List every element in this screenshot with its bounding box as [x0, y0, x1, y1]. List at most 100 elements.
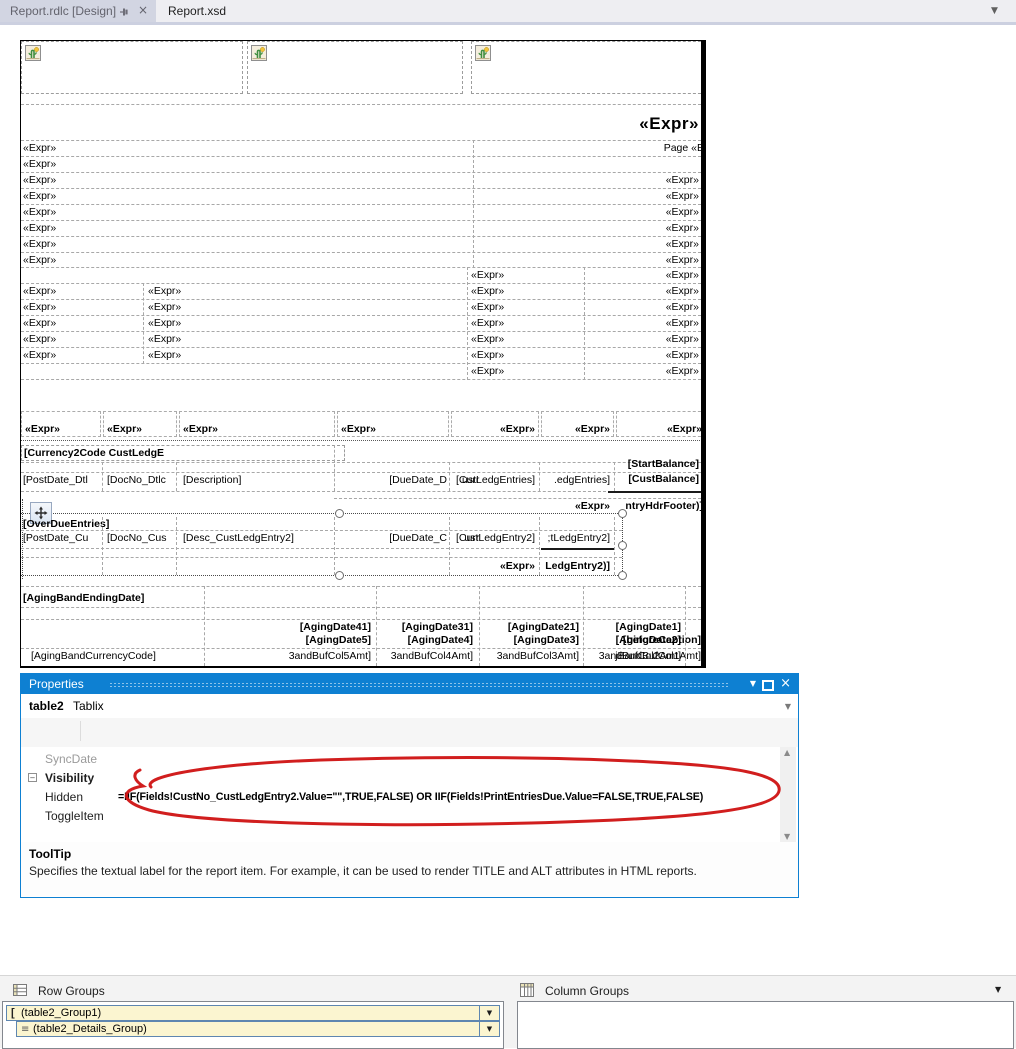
- object-selector-combobox[interactable]: table2 Tablix ▼: [21, 694, 798, 718]
- tab-report-rdlc-design[interactable]: Report.rdlc [Design] ×: [0, 0, 156, 22]
- group-dropdown-button[interactable]: ▼: [479, 1022, 499, 1036]
- expr-textbox[interactable]: «Expr»: [23, 317, 56, 330]
- expr-textbox[interactable]: «Expr»: [23, 158, 56, 171]
- scroll-up-icon[interactable]: ▲: [784, 748, 790, 757]
- scroll-down-icon[interactable]: ▼: [784, 832, 790, 841]
- expr-textbox[interactable]: «Expr»: [23, 190, 56, 203]
- field-textbox[interactable]: [DueDate_C: [341, 532, 447, 545]
- expr-textbox[interactable]: «Expr»: [471, 317, 504, 330]
- expr-textbox[interactable]: «Expr»: [666, 349, 699, 362]
- image-textbox[interactable]: [21, 41, 243, 94]
- expr-textbox[interactable]: «Expr»: [666, 254, 699, 267]
- expr-textbox[interactable]: «Expr»: [666, 317, 699, 330]
- hidden-expression-value[interactable]: =IIF(Fields!CustNo_CustLedgEntry2.Value=…: [118, 791, 776, 803]
- aging-amount-textbox[interactable]: jBandBufCol1Amt]: [615, 650, 701, 663]
- group-dropdown-button[interactable]: ▼: [479, 1006, 499, 1020]
- column-header-textbox[interactable]: «Expr»: [451, 411, 539, 437]
- field-textbox[interactable]: ustLedgEntries]: [462, 474, 535, 487]
- expr-textbox[interactable]: «Expr»: [666, 285, 699, 298]
- expr-textbox[interactable]: «Expr»: [666, 365, 699, 378]
- field-textbox[interactable]: [DocNo_Cus: [107, 532, 173, 545]
- expr-textbox[interactable]: «Expr»: [666, 190, 699, 203]
- column-header-textbox[interactable]: «Expr»: [337, 411, 449, 437]
- window-position-icon[interactable]: ▼: [750, 679, 756, 688]
- expr-textbox[interactable]: «Expr»: [471, 333, 504, 346]
- aging-amount-textbox[interactable]: 3andBufCol4Amt]: [391, 650, 473, 663]
- expr-textbox[interactable]: «Expr»: [471, 269, 504, 282]
- property-row-syncdate[interactable]: SyncDate: [45, 752, 97, 766]
- tab-list-chevron-icon[interactable]: ▼: [991, 6, 998, 16]
- aging-date-textbox[interactable]: [AgingDate41]: [300, 621, 371, 634]
- field-textbox[interactable]: .edgEntries]: [554, 474, 610, 487]
- properties-title-bar[interactable]: Properties ▼ ×: [21, 674, 798, 694]
- expr-textbox[interactable]: «Expr»: [148, 333, 181, 346]
- selection-handle[interactable]: [335, 571, 344, 580]
- field-textbox[interactable]: ;tLedgEntry2]: [548, 532, 610, 545]
- field-textbox[interactable]: [DueDate_D: [341, 474, 447, 487]
- aging-ending-date-textbox[interactable]: [AgingBandEndingDate]: [23, 592, 144, 605]
- before-caption-textbox[interactable]: [beforeCaption]: [623, 634, 701, 647]
- expr-textbox[interactable]: «Expr»: [471, 365, 504, 378]
- hdr-footer-textbox[interactable]: ntryHdrFooter)]: [625, 500, 703, 513]
- aging-date-textbox[interactable]: [AgingDate1]: [616, 621, 681, 634]
- column-header-textbox[interactable]: «Expr»: [541, 411, 614, 437]
- pin-icon[interactable]: [119, 7, 129, 17]
- expr-textbox[interactable]: «Expr»: [500, 560, 535, 573]
- expr-textbox[interactable]: «Expr»: [471, 301, 504, 314]
- currency-header-cell[interactable]: [Currency2Code CustLedgE: [21, 445, 345, 461]
- expr-textbox[interactable]: «Expr»: [148, 301, 181, 314]
- expr-textbox[interactable]: «Expr»: [148, 317, 181, 330]
- start-balance-textbox[interactable]: [StartBalance]: [628, 458, 699, 471]
- expr-textbox[interactable]: «Expr»: [666, 238, 699, 251]
- close-icon[interactable]: ×: [780, 676, 791, 691]
- aging-currency-textbox[interactable]: [AgingBandCurrencyCode]: [31, 650, 156, 663]
- expr-textbox[interactable]: «Expr»: [23, 285, 56, 298]
- cust-balance-textbox[interactable]: [CustBalance]: [628, 473, 699, 486]
- column-header-textbox[interactable]: «Expr»: [616, 411, 706, 437]
- aging-amount-textbox[interactable]: 3andBufCol5Amt]: [289, 650, 371, 663]
- selection-handle[interactable]: [618, 509, 627, 518]
- field-textbox[interactable]: [PostDate_Cu: [23, 532, 101, 545]
- expr-textbox[interactable]: «Expr»: [23, 142, 56, 155]
- page-number-textbox[interactable]: Page «E: [664, 142, 704, 155]
- column-header-textbox[interactable]: «Expr»: [21, 411, 101, 437]
- selection-handle[interactable]: [618, 571, 627, 580]
- expr-textbox[interactable]: «Expr»: [666, 222, 699, 235]
- expr-textbox[interactable]: «Expr»: [471, 285, 504, 298]
- expr-textbox[interactable]: «Expr»: [666, 206, 699, 219]
- column-header-textbox[interactable]: «Expr»: [103, 411, 177, 437]
- expr-textbox[interactable]: «Expr»: [23, 222, 56, 235]
- expr-textbox[interactable]: «Expr»: [23, 174, 56, 187]
- row-group-item[interactable]: ≡ (table2_Details_Group) ▼: [16, 1021, 500, 1037]
- expr-textbox[interactable]: «Expr»: [23, 333, 56, 346]
- row-groups-list[interactable]: [ (table2_Group1) ▼ ≡ (table2_Details_Gr…: [2, 1001, 504, 1049]
- property-row-toggleitem[interactable]: ToggleItem: [45, 809, 104, 823]
- selection-handle[interactable]: [335, 509, 344, 518]
- close-icon[interactable]: ×: [138, 3, 148, 17]
- expr-textbox[interactable]: «Expr»: [666, 301, 699, 314]
- expr-textbox[interactable]: «Expr»: [23, 238, 56, 251]
- report-design-surface[interactable]: «Expr» «Expr» Page «E «Expr» «Expr» «Exp…: [20, 40, 706, 668]
- overdue-total-textbox[interactable]: LedgEntry2)]: [545, 560, 610, 573]
- aging-date-textbox[interactable]: [AgingDate3]: [514, 634, 579, 647]
- expr-textbox[interactable]: «Expr»: [23, 301, 56, 314]
- expr-textbox[interactable]: «Expr»: [666, 333, 699, 346]
- expr-textbox[interactable]: «Expr»: [148, 285, 181, 298]
- expr-textbox[interactable]: «Expr»: [575, 500, 610, 513]
- column-groups-menu-icon[interactable]: ▼: [995, 985, 1001, 994]
- image-textbox[interactable]: [247, 41, 463, 94]
- aging-date-textbox[interactable]: [AgingDate21]: [508, 621, 579, 634]
- property-grid-scrollbar[interactable]: ▲ ▼: [780, 747, 796, 842]
- column-groups-list[interactable]: [517, 1001, 1014, 1049]
- row-group-item[interactable]: [ (table2_Group1) ▼: [6, 1005, 500, 1021]
- expr-textbox[interactable]: «Expr»: [23, 254, 56, 267]
- aging-date-textbox[interactable]: [AgingDate4]: [408, 634, 473, 647]
- expr-textbox[interactable]: «Expr»: [666, 269, 699, 282]
- maximize-icon[interactable]: [762, 680, 774, 691]
- property-category-visibility[interactable]: Visibility: [45, 771, 94, 785]
- field-textbox[interactable]: [Description]: [183, 474, 241, 487]
- aging-date-textbox[interactable]: [AgingDate5]: [306, 634, 371, 647]
- expr-textbox[interactable]: «Expr»: [666, 174, 699, 187]
- selection-handle[interactable]: [618, 541, 627, 550]
- field-textbox[interactable]: [DocNo_Dtlc: [107, 474, 173, 487]
